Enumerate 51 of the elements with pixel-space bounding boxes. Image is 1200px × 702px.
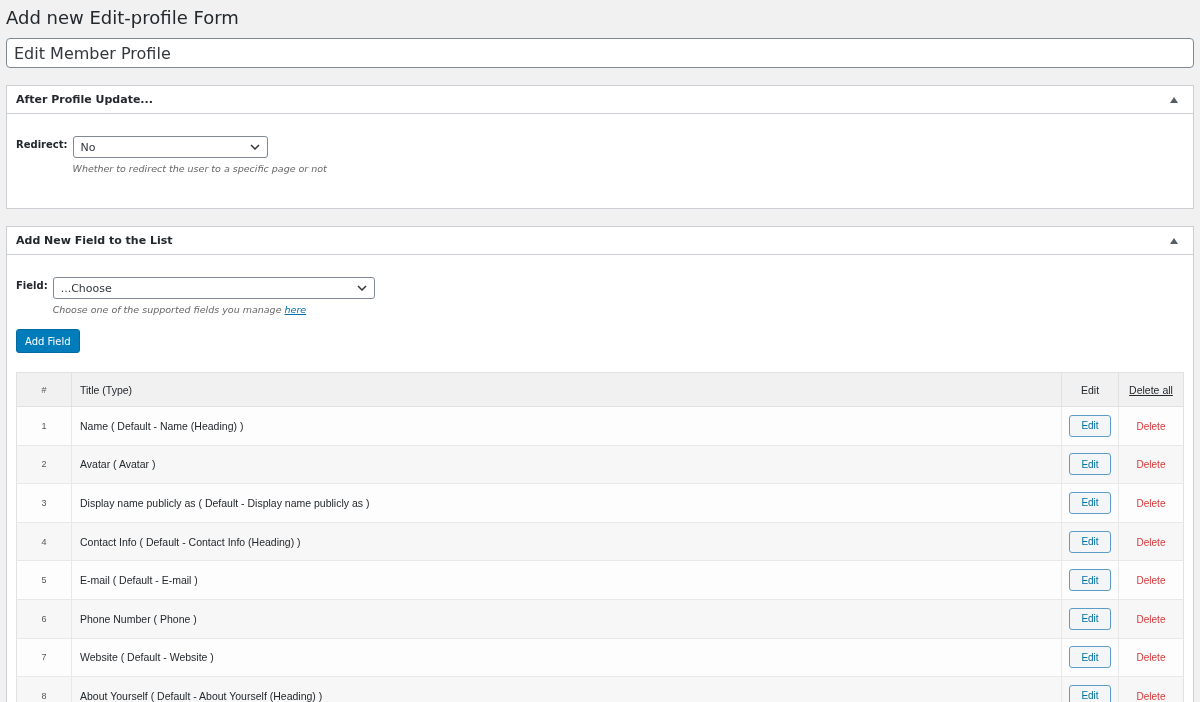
edit-button[interactable]: Edit	[1069, 414, 1111, 437]
row-number: 1	[16, 406, 72, 446]
field-title-cell: E-mail ( Default - E-mail )	[71, 560, 1062, 600]
row-number: 4	[16, 522, 72, 561]
delete-link[interactable]: Delete	[1136, 652, 1166, 664]
field-title-cell: Name ( Default - Name (Heading) )	[71, 406, 1062, 446]
field-title-cell: About Yourself ( Default - About Yourself (Heading) )	[71, 676, 1062, 702]
edit-button[interactable]: Edit	[1069, 569, 1111, 592]
field-select[interactable]: ...Choose	[52, 277, 375, 299]
row-number: 5	[16, 560, 72, 600]
add-field-button[interactable]: Add Field	[16, 329, 80, 353]
column-header: #	[16, 372, 72, 407]
delete-link[interactable]: Delete	[1136, 459, 1166, 471]
delete-link[interactable]: Delete	[1136, 536, 1166, 548]
edit-button[interactable]: Edit	[1069, 684, 1111, 702]
delete-link[interactable]: Delete	[1136, 498, 1166, 509]
row-number: 2	[16, 445, 72, 484]
field-title-cell: Phone Number ( Phone )	[71, 599, 1062, 639]
form-name-input[interactable]: Edit Member Profile	[6, 38, 1194, 68]
panel-title: After Profile Update...	[16, 93, 153, 106]
page-title: Add new Edit-profile Form	[6, 6, 240, 29]
delete-link[interactable]: Delete	[1136, 575, 1166, 587]
edit-button[interactable]: Edit	[1069, 646, 1111, 669]
collapse-icon[interactable]	[1170, 237, 1178, 244]
redirect-label: Redirect:	[16, 138, 68, 152]
delete-link[interactable]: Delete	[1136, 420, 1166, 432]
edit-button[interactable]: Edit	[1069, 453, 1111, 476]
chevron-down-icon	[356, 285, 367, 291]
collapse-icon[interactable]	[1170, 96, 1178, 103]
row-number: 3	[16, 483, 72, 523]
column-header: Title (Type)	[71, 372, 1062, 407]
field-title-cell: Contact Info ( Default - Contact Info (Heading) )	[71, 522, 1062, 561]
edit-button[interactable]: Edit	[1069, 530, 1111, 553]
edit-button[interactable]: Edit	[1069, 607, 1111, 630]
delete-link[interactable]: Delete	[1136, 613, 1166, 625]
row-number: 8	[16, 676, 72, 702]
here-link[interactable]: here	[284, 304, 307, 315]
field-title-cell: Avatar ( Avatar )	[71, 445, 1062, 484]
row-number: 6	[16, 599, 72, 639]
field-hint: Choose one of the supported fields you manage	[52, 304, 282, 315]
field-title-cell: Website ( Default - Website )	[71, 638, 1062, 677]
field-title-cell: Display name publicly as ( Default - Display name publicly as )	[71, 483, 1062, 523]
redirect-hint: Whether to redirect the user to a specific page or not	[72, 163, 327, 174]
column-header: Edit	[1061, 372, 1119, 407]
edit-button[interactable]: Edit	[1069, 492, 1111, 514]
chevron-down-icon	[249, 144, 260, 150]
redirect-select[interactable]: No	[72, 136, 268, 158]
field-label: Field:	[16, 279, 48, 293]
panel-title: Add New Field to the List	[16, 234, 173, 247]
row-number: 7	[16, 638, 72, 677]
delete-link[interactable]: Delete	[1136, 690, 1166, 702]
